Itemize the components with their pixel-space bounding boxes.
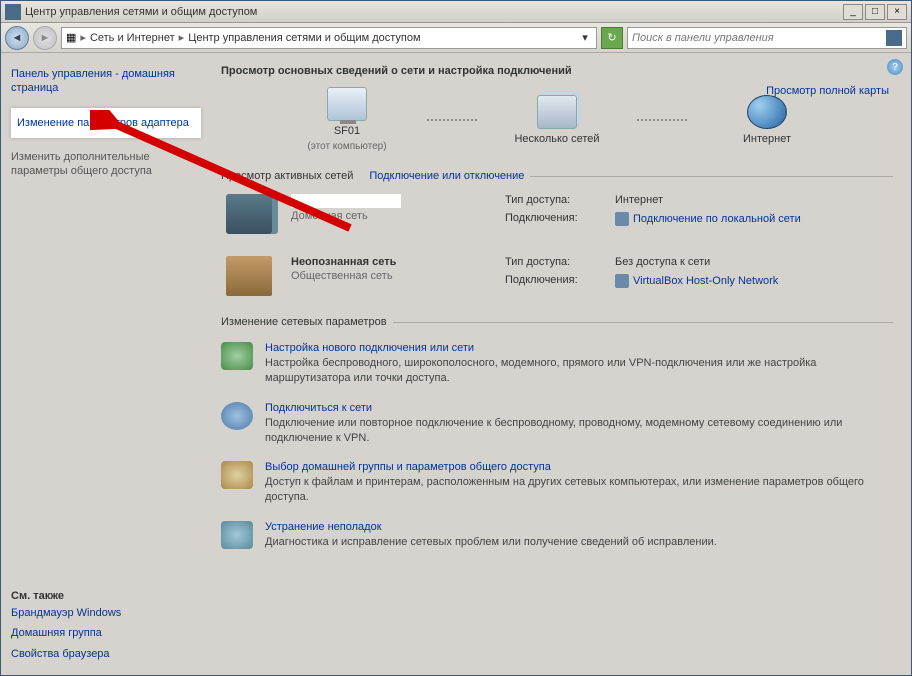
breadcrumb-segment[interactable]: Сеть и Интернет (90, 32, 175, 44)
page-heading: Просмотр основных сведений о сети и наст… (221, 65, 893, 77)
multiple-networks-icon (537, 95, 577, 129)
connections-label: Подключения: (505, 274, 605, 288)
redacted-network-name (291, 194, 401, 208)
close-button[interactable]: × (887, 4, 907, 20)
see-also-browser[interactable]: Свойства браузера (11, 647, 201, 661)
map-node-sub: (этот компьютер) (307, 141, 386, 152)
access-type-value: Без доступа к сети (615, 256, 710, 268)
domain-network-icon (226, 194, 272, 234)
map-connector (637, 119, 687, 121)
main-content: ? Просмотр основных сведений о сети и на… (211, 53, 911, 675)
map-node-label: SF01 (334, 125, 360, 137)
access-type-label: Тип доступа: (505, 194, 605, 206)
sidebar-advanced-sharing-link[interactable]: Изменить дополнительные параметры общего… (11, 150, 201, 179)
maximize-button[interactable]: □ (865, 4, 885, 20)
task-link[interactable]: Устранение неполадок (265, 521, 893, 533)
task-description: Диагностика и исправление сетевых пробле… (265, 535, 893, 550)
cp-icon: ▦ (66, 31, 76, 44)
access-type-label: Тип доступа: (505, 256, 605, 268)
active-networks-header: Просмотр активных сетей Подключение или … (221, 170, 893, 182)
network-entry-domain: Доменная сеть Тип доступа: Интернет Подк… (221, 186, 893, 248)
nic-icon (615, 212, 629, 226)
task-link[interactable]: Подключиться к сети (265, 402, 893, 414)
task-connect-network: Подключиться к сети Подключение или повт… (221, 394, 893, 454)
connection-link[interactable]: Подключение по локальной сети (615, 212, 801, 226)
map-node-label: Несколько сетей (514, 133, 599, 145)
see-also-header: См. также (11, 590, 201, 602)
map-node-networks: Несколько сетей (497, 95, 617, 145)
access-type-value: Интернет (615, 194, 663, 206)
search-box[interactable] (627, 27, 907, 49)
chevron-right-icon: ▸ (179, 31, 185, 44)
help-icon[interactable]: ? (887, 59, 903, 75)
troubleshoot-icon (221, 521, 253, 549)
full-map-link[interactable]: Просмотр полной карты (766, 85, 889, 97)
map-node-this-pc: SF01 (этот компьютер) (287, 87, 407, 152)
connect-network-icon (221, 402, 253, 430)
network-entry-unidentified: Неопознанная сеть Общественная сеть Тип … (221, 248, 893, 310)
see-also-firewall[interactable]: Брандмауэр Windows (11, 606, 201, 620)
task-link[interactable]: Настройка нового подключения или сети (265, 342, 893, 354)
task-new-connection: Настройка нового подключения или сети На… (221, 334, 893, 394)
sidebar-adapter-settings-link[interactable]: Изменение параметров адаптера (11, 108, 201, 138)
task-description: Настройка беспроводного, широкополосного… (265, 356, 893, 386)
change-settings-header: Изменение сетевых параметров (221, 316, 893, 328)
refresh-button[interactable]: ↻ (601, 27, 623, 49)
homegroup-icon (221, 461, 253, 489)
app-icon (5, 4, 21, 20)
map-connector (427, 119, 477, 121)
task-homegroup: Выбор домашней группы и параметров общег… (221, 453, 893, 513)
search-input[interactable] (632, 32, 886, 44)
task-description: Подключение или повторное подключение к … (265, 416, 893, 446)
connections-label: Подключения: (505, 212, 605, 226)
window-title: Центр управления сетями и общим доступом (25, 6, 843, 18)
chevron-right-icon: ▸ (80, 31, 86, 44)
computer-icon (327, 87, 367, 121)
globe-icon (747, 95, 787, 129)
map-node-label: Интернет (743, 133, 791, 145)
forward-button[interactable]: ► (33, 26, 57, 50)
search-icon[interactable] (886, 30, 902, 46)
see-also-homegroup[interactable]: Домашняя группа (11, 626, 201, 640)
new-connection-icon (221, 342, 253, 370)
titlebar: Центр управления сетями и общим доступом… (1, 1, 911, 23)
network-name: Неопознанная сеть (291, 256, 491, 268)
network-type: Общественная сеть (291, 270, 491, 282)
task-description: Доступ к файлам и принтерам, расположенн… (265, 475, 893, 505)
minimize-button[interactable]: _ (843, 4, 863, 20)
sidebar-home-link[interactable]: Панель управления - домашняя страница (11, 67, 201, 96)
back-button[interactable]: ◄ (5, 26, 29, 50)
connection-link[interactable]: VirtualBox Host-Only Network (615, 274, 778, 288)
network-type: Доменная сеть (291, 210, 491, 222)
map-node-internet: Интернет (707, 95, 827, 145)
task-list: Настройка нового подключения или сети На… (221, 334, 893, 558)
breadcrumb[interactable]: ▦ ▸ Сеть и Интернет ▸ Центр управления с… (61, 27, 597, 49)
nic-icon (615, 274, 629, 288)
connect-disconnect-link[interactable]: Подключение или отключение (359, 170, 524, 182)
breadcrumb-segment[interactable]: Центр управления сетями и общим доступом (188, 32, 420, 44)
public-network-icon (226, 256, 272, 296)
sidebar: Панель управления - домашняя страница Из… (1, 53, 211, 675)
task-link[interactable]: Выбор домашней группы и параметров общег… (265, 461, 893, 473)
nav-toolbar: ◄ ► ▦ ▸ Сеть и Интернет ▸ Центр управлен… (1, 23, 911, 53)
task-troubleshoot: Устранение неполадок Диагностика и испра… (221, 513, 893, 558)
breadcrumb-dropdown[interactable]: ▾ (578, 31, 592, 44)
